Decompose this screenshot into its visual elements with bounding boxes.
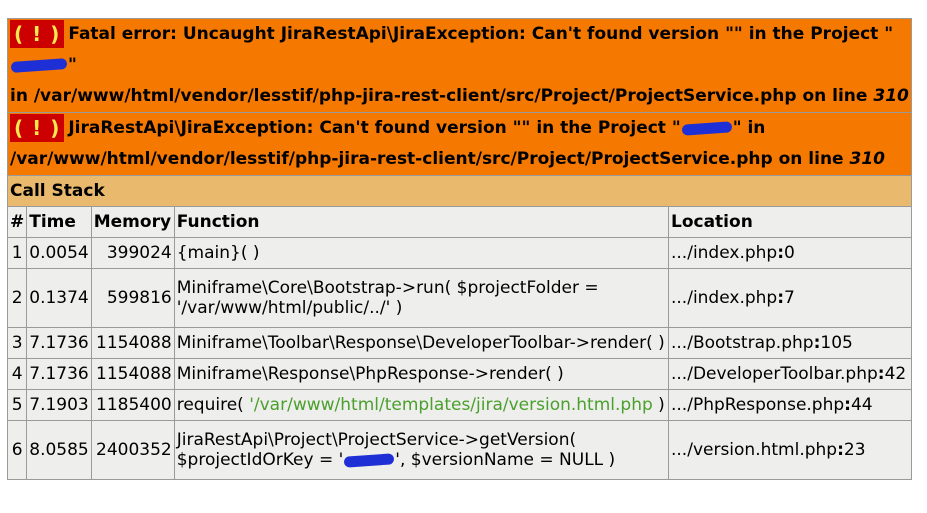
table-row: 6 8.0585 2400352 JiraRestApi\Project\Pro… <box>6 420 912 480</box>
column-header-memory: Memory <box>90 206 175 238</box>
column-header-location: Location <box>668 206 912 238</box>
redacted-project-key <box>343 452 395 468</box>
row-time: 0.0054 <box>26 237 92 269</box>
row-index: 1 <box>6 237 28 269</box>
include-path-string: '/var/www/html/templates/jira/version.ht… <box>249 395 653 415</box>
table-row: 1 0.0054 399024 {main}( ) .../index.php:… <box>6 237 912 269</box>
error-line-number: 310 <box>873 86 909 106</box>
row-time: 7.1736 <box>26 327 92 359</box>
row-function: require( '/var/www/html/templates/jira/v… <box>173 389 670 421</box>
row-memory: 1154088 <box>90 327 175 359</box>
redacted-project-key <box>10 57 68 73</box>
row-memory: 1185400 <box>90 389 175 421</box>
exception-row: ( ! ) JiraRestApi\JiraException: Can't fo… <box>7 112 912 176</box>
fatal-error-message: ( ! ) Fatal error: Uncaught JiraRestApi\J… <box>7 18 912 113</box>
warning-icon: ( ! ) <box>10 20 65 48</box>
row-location[interactable]: .../DeveloperToolbar.php:42 <box>668 358 912 390</box>
row-time: 0.1374 <box>26 268 92 328</box>
row-time: 7.1736 <box>26 358 92 390</box>
xdebug-error-table: ( ! ) Fatal error: Uncaught JiraRestApi\J… <box>6 18 912 480</box>
row-function: {main}( ) <box>173 237 670 269</box>
row-location[interactable]: .../PhpResponse.php:44 <box>668 389 912 421</box>
exception-line-number: 310 <box>849 149 886 169</box>
exception-message: ( ! ) JiraRestApi\JiraException: Can't fo… <box>7 112 912 176</box>
row-index: 2 <box>6 268 28 328</box>
row-time: 7.1903 <box>26 389 92 421</box>
row-function: Miniframe\Response\PhpResponse->render( … <box>173 358 670 390</box>
table-row: 3 7.1736 1154088 Miniframe\Toolbar\Respo… <box>6 327 912 359</box>
fatal-error-row: ( ! ) Fatal error: Uncaught JiraRestApi\J… <box>7 18 912 113</box>
row-location[interactable]: .../index.php:7 <box>668 268 912 328</box>
row-index: 3 <box>6 327 28 359</box>
row-location[interactable]: .../index.php:0 <box>668 237 912 269</box>
call-stack-title: Call Stack <box>7 175 912 207</box>
table-row: 2 0.1374 599816 Miniframe\Core\Bootstrap… <box>6 268 912 328</box>
row-function: JiraRestApi\Project\ProjectService->getV… <box>173 420 670 480</box>
column-header-function: Function <box>173 206 670 238</box>
column-header-index: # <box>6 206 28 238</box>
redacted-project-key <box>681 120 733 136</box>
row-memory: 399024 <box>90 237 175 269</box>
row-index: 5 <box>6 389 28 421</box>
row-time: 8.0585 <box>26 420 92 480</box>
row-function: Miniframe\Core\Bootstrap->run( $projectF… <box>173 268 670 328</box>
column-header-time: Time <box>26 206 92 238</box>
row-function: Miniframe\Toolbar\Response\DeveloperTool… <box>173 327 670 359</box>
table-row: 5 7.1903 1185400 require( '/var/www/html… <box>6 389 912 421</box>
warning-icon: ( ! ) <box>10 114 65 142</box>
table-row: 4 7.1736 1154088 Miniframe\Response\PhpR… <box>6 358 912 390</box>
row-location[interactable]: .../version.html.php:23 <box>668 420 912 480</box>
row-memory: 1154088 <box>90 358 175 390</box>
row-memory: 599816 <box>90 268 175 328</box>
row-memory: 2400352 <box>90 420 175 480</box>
row-index: 4 <box>6 358 28 390</box>
column-header-row: # Time Memory Function Location <box>6 206 912 238</box>
row-index: 6 <box>6 420 28 480</box>
call-stack-header-row: Call Stack <box>7 175 912 207</box>
row-location[interactable]: .../Bootstrap.php:105 <box>668 327 912 359</box>
